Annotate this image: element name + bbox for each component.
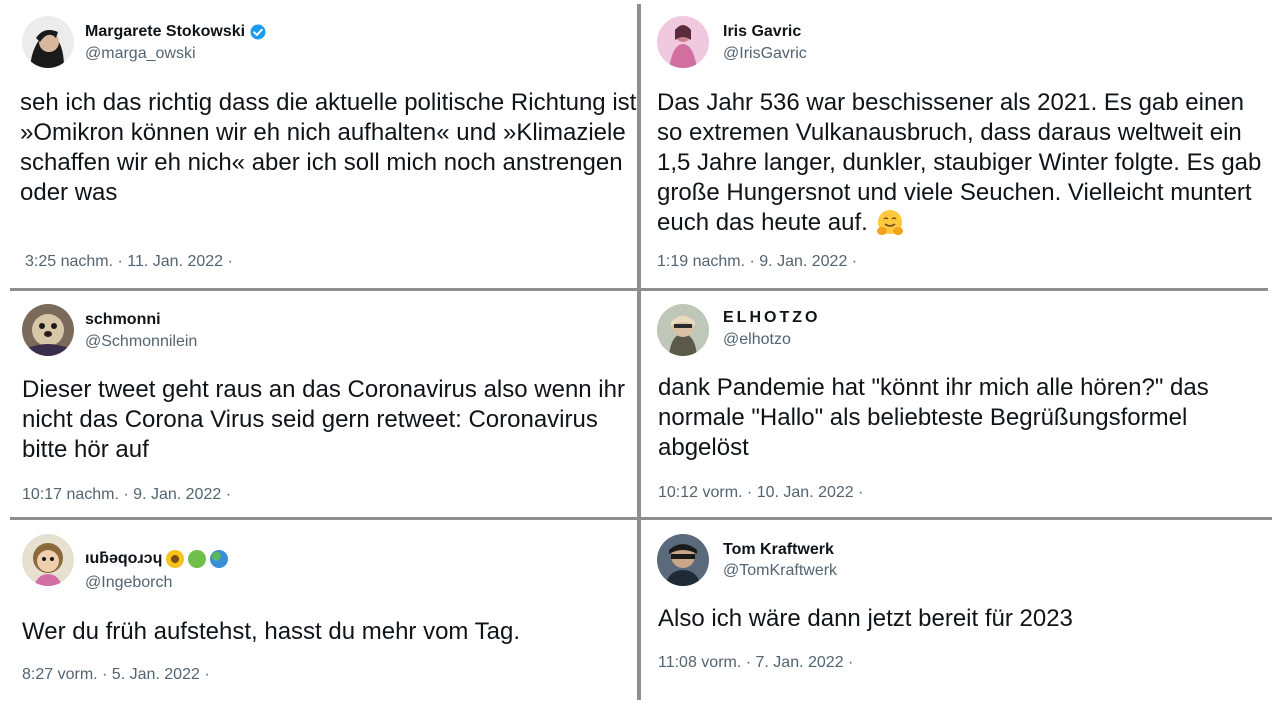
user-handle[interactable]: @marga_owski — [85, 45, 196, 63]
tweet-text: seh ich das richtig dass die aktuelle po… — [20, 89, 637, 206]
tweet-card-schmonnilein[interactable]: schmonni @Schmonnilein Dieser tweet geht… — [10, 292, 637, 516]
display-name[interactable]: Tom Kraftwerk — [723, 541, 834, 559]
tweet-card-ingeborch[interactable]: ıuƃǝqoɹɔɥ @Ingeborch Wer du früh aufsteh… — [10, 522, 637, 702]
tweet-timestamp[interactable]: 3:25 nachm. · 11. Jan. 2022 · — [25, 253, 233, 271]
column-divider — [637, 4, 641, 700]
avatar[interactable] — [657, 304, 709, 356]
tweet-card-irisgavric[interactable]: Iris Gavric @IrisGavric Das Jahr 536 war… — [645, 4, 1275, 288]
user-handle[interactable]: @Ingeborch — [85, 574, 172, 592]
tweet-text: Dieser tweet geht raus an das Coronaviru… — [22, 376, 625, 463]
avatar[interactable] — [22, 16, 74, 68]
avatar[interactable] — [657, 534, 709, 586]
display-name[interactable]: schmonni — [85, 311, 161, 329]
tweet-text: Das Jahr 536 war beschissener als 2021. … — [657, 88, 1275, 239]
tweet-text: Also ich wäre dann jetzt bereit für 2023 — [658, 605, 1073, 632]
display-name[interactable]: Iris Gavric — [723, 23, 801, 41]
row-divider — [10, 517, 1272, 520]
user-handle[interactable]: @Schmonnilein — [85, 333, 197, 351]
tweet-timestamp[interactable]: 10:17 nachm. · 9. Jan. 2022 · — [22, 486, 231, 504]
tweet-timestamp[interactable]: 1:19 nachm. · 9. Jan. 2022 · — [657, 253, 857, 271]
avatar[interactable] — [657, 16, 709, 68]
user-handle[interactable]: @TomKraftwerk — [723, 562, 837, 580]
globe-emoji — [210, 550, 229, 568]
tweet-text: dank Pandemie hat "könnt ihr mich alle h… — [658, 374, 1209, 461]
tweet-card-tomkraftwerk[interactable]: Tom Kraftwerk @TomKraftwerk Also ich wär… — [645, 522, 1275, 702]
tweet-timestamp[interactable]: 11:08 vorm. · 7. Jan. 2022 · — [658, 654, 853, 672]
sunflower-emoji — [166, 550, 185, 568]
tweet-timestamp[interactable]: 10:12 vorm. · 10. Jan. 2022 · — [658, 484, 863, 502]
user-handle[interactable]: @elhotzo — [723, 331, 791, 349]
display-name[interactable]: Margarete Stokowski — [85, 23, 267, 41]
tweet-card-marga-owski[interactable]: Margarete Stokowski @marga_owski seh ich… — [10, 4, 637, 288]
user-handle[interactable]: @IrisGavric — [723, 45, 807, 63]
display-name[interactable]: ıuƃǝqoɹɔɥ — [85, 550, 229, 568]
hugging-face-emoji — [876, 209, 903, 235]
avatar[interactable] — [22, 534, 74, 586]
verified-badge-icon — [250, 24, 266, 40]
row-divider — [10, 288, 1268, 291]
tweet-card-elhotzo[interactable]: ELHOTZO @elhotzo dank Pandemie hat "könn… — [645, 292, 1275, 516]
tweet-timestamp[interactable]: 8:27 vorm. · 5. Jan. 2022 · — [22, 666, 210, 684]
display-name[interactable]: ELHOTZO — [723, 309, 820, 327]
avatar[interactable] — [22, 304, 74, 356]
green-heart-emoji — [188, 550, 207, 568]
tweet-text: Wer du früh aufstehst, hasst du mehr vom… — [22, 618, 521, 645]
